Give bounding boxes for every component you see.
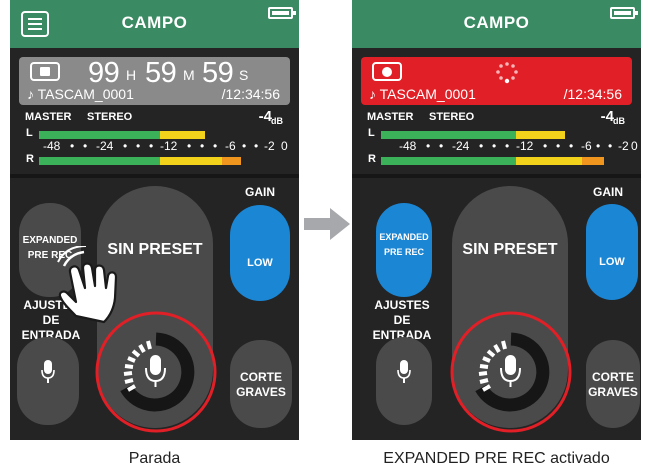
- hours-unit: H: [126, 67, 137, 83]
- microphone-icon: [500, 355, 521, 387]
- master-label: MASTER: [25, 111, 72, 123]
- gain-label: GAIN: [593, 185, 623, 199]
- total-time: /12:34:56: [221, 86, 280, 102]
- stereo-label: STEREO: [429, 111, 475, 123]
- level-value: -4: [600, 108, 614, 125]
- channel-r-label: R: [368, 153, 376, 165]
- master-label: MASTER: [367, 111, 414, 123]
- level-unit: dB: [613, 116, 625, 126]
- expanded-pre-rec-button[interactable]: EXPANDED PRE REC: [376, 203, 432, 297]
- meter-scale: -48 • • -24 • • • -12 • • • -6 • • -2 0: [399, 139, 638, 153]
- low-cut-button[interactable]: CORTE GRAVES: [586, 340, 640, 428]
- total-time: /12:34:56: [563, 86, 622, 102]
- channel-r-label: R: [26, 153, 34, 165]
- hand-pointer-icon: [57, 246, 118, 324]
- low-cut-label: CORTE GRAVES: [588, 370, 638, 399]
- battery-icon: [268, 7, 296, 19]
- meter-scale: -48 • • -24 • • • -12 • • • -6 • • -2 0: [43, 139, 288, 153]
- record-button[interactable]: [443, 304, 579, 440]
- channel-l-label: L: [26, 127, 33, 139]
- minutes-value: 59: [145, 57, 177, 89]
- level-value: -4: [258, 108, 272, 125]
- level-unit: dB: [271, 116, 283, 126]
- seconds-unit: S: [239, 67, 249, 83]
- arrow-right-icon: [304, 208, 350, 240]
- meter-bar-r: [381, 157, 604, 165]
- record-icon: [372, 62, 402, 81]
- gain-value: LOW: [247, 257, 273, 269]
- low-cut-button[interactable]: CORTE GRAVES: [230, 340, 292, 428]
- file-name: ♪ TASCAM_0001: [27, 86, 134, 102]
- stereo-label: STEREO: [87, 111, 133, 123]
- meter-bar-l: [39, 131, 242, 139]
- title-bar: CAMPO: [10, 0, 299, 48]
- microphone-icon: [41, 360, 55, 383]
- expanded-pre-rec-label: EXPANDED PRE REC: [379, 232, 429, 257]
- microphone-icon: [397, 360, 411, 383]
- title-bar: CAMPO: [352, 0, 641, 48]
- battery-icon: [610, 7, 638, 19]
- meter-bar-l: [381, 131, 584, 139]
- screen-expanded-pre-rec: CAMPO ♪ TASCAM_0001 /12:34:56 MASTER STE…: [352, 0, 641, 440]
- stop-icon: [30, 62, 60, 81]
- caption-stopped: Parada: [128, 450, 181, 467]
- app-title: CAMPO: [121, 13, 188, 32]
- divider: [10, 174, 299, 178]
- screen-stopped: CAMPO 99 H 59 M 59 S ♪ TASCAM_0001 /12:3…: [10, 0, 299, 440]
- loading-spinner-icon: [496, 62, 518, 84]
- channel-l-label: L: [368, 127, 375, 139]
- app-title: CAMPO: [463, 13, 530, 32]
- file-name: ♪ TASCAM_0001: [369, 86, 476, 102]
- gain-label: GAIN: [245, 185, 275, 199]
- seconds-value: 59: [202, 57, 234, 89]
- microphone-icon: [145, 355, 166, 387]
- hours-value: 99: [88, 57, 120, 89]
- meter-bar-r: [39, 157, 242, 165]
- input-settings-button[interactable]: [17, 337, 79, 425]
- gain-button[interactable]: LOW: [230, 205, 290, 301]
- preset-label: SIN PRESET: [462, 241, 558, 258]
- caption-expanded-pre-rec: EXPANDED PRE REC activado: [383, 450, 610, 467]
- gain-button[interactable]: LOW: [586, 204, 638, 300]
- divider: [352, 174, 641, 178]
- low-cut-label: CORTE GRAVES: [236, 370, 286, 399]
- minutes-unit: M: [183, 67, 195, 83]
- gain-value: LOW: [599, 256, 625, 268]
- input-settings-button[interactable]: [376, 337, 432, 425]
